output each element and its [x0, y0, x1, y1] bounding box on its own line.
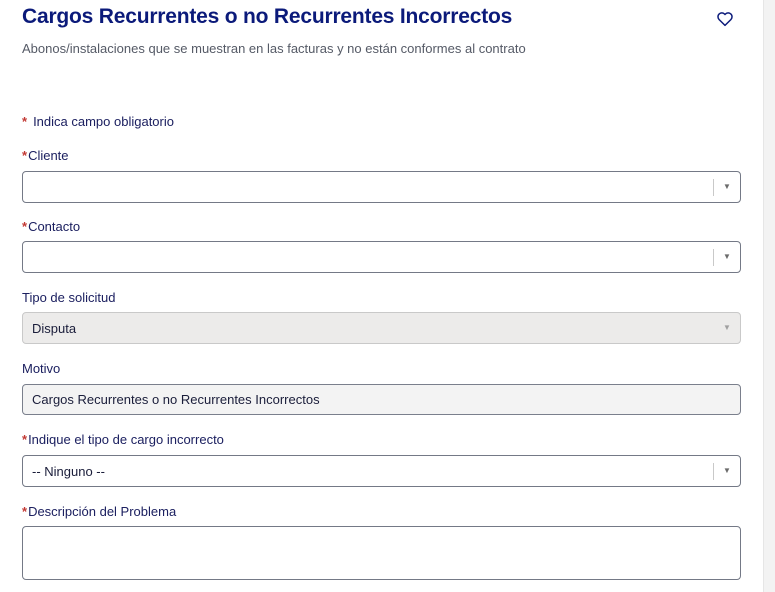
heart-icon[interactable] — [716, 10, 734, 28]
tipo-solicitud-select: Disputa ▼ — [22, 312, 741, 344]
required-asterisk: * — [22, 148, 28, 163]
motivo-value: Cargos Recurrentes o no Recurrentes Inco… — [32, 392, 320, 407]
descripcion-label: *Descripción del Problema — [22, 504, 176, 519]
required-asterisk: * — [22, 219, 28, 234]
tipo-cargo-select[interactable]: -- Ninguno -- ▼ — [22, 455, 741, 487]
required-asterisk: * — [22, 432, 28, 447]
cliente-label-text: Cliente — [28, 148, 69, 163]
contacto-label-text: Contacto — [28, 219, 81, 234]
cliente-lookup-field[interactable]: ▼ — [22, 171, 741, 203]
contacto-lookup-field[interactable]: ▼ — [22, 241, 741, 273]
tipo-cargo-label: *Indique el tipo de cargo incorrecto — [22, 432, 224, 447]
tipo-cargo-value: -- Ninguno -- — [32, 464, 105, 479]
required-field-note: * Indica campo obligatorio — [22, 114, 174, 129]
field-divider — [713, 463, 714, 480]
field-divider — [713, 249, 714, 266]
caret-down-icon: ▼ — [723, 323, 731, 332]
descripcion-label-text: Descripción del Problema — [28, 504, 177, 519]
motivo-label: Motivo — [22, 361, 61, 376]
tipo-solicitud-label: Tipo de solicitud — [22, 290, 116, 305]
tipo-solicitud-value: Disputa — [32, 321, 77, 336]
contacto-label: *Contacto — [22, 219, 80, 234]
caret-down-icon[interactable]: ▼ — [722, 250, 732, 264]
descripcion-textarea[interactable] — [22, 526, 741, 580]
cliente-label: *Cliente — [22, 148, 69, 163]
tipo-cargo-label-text: Indique el tipo de cargo incorrecto — [28, 432, 224, 447]
required-asterisk: * — [22, 114, 28, 129]
side-scroll-panel — [763, 0, 775, 592]
motivo-field: Cargos Recurrentes o no Recurrentes Inco… — [22, 384, 741, 415]
required-note-text: Indica campo obligatorio — [33, 114, 174, 129]
required-asterisk: * — [22, 504, 28, 519]
caret-down-icon[interactable]: ▼ — [722, 464, 732, 478]
page-subtitle: Abonos/instalaciones que se muestran en … — [22, 41, 526, 56]
field-divider — [713, 179, 714, 196]
caret-down-icon[interactable]: ▼ — [722, 180, 732, 194]
case-form-page: Cargos Recurrentes o no Recurrentes Inco… — [0, 0, 775, 592]
page-title: Cargos Recurrentes o no Recurrentes Inco… — [22, 5, 513, 28]
